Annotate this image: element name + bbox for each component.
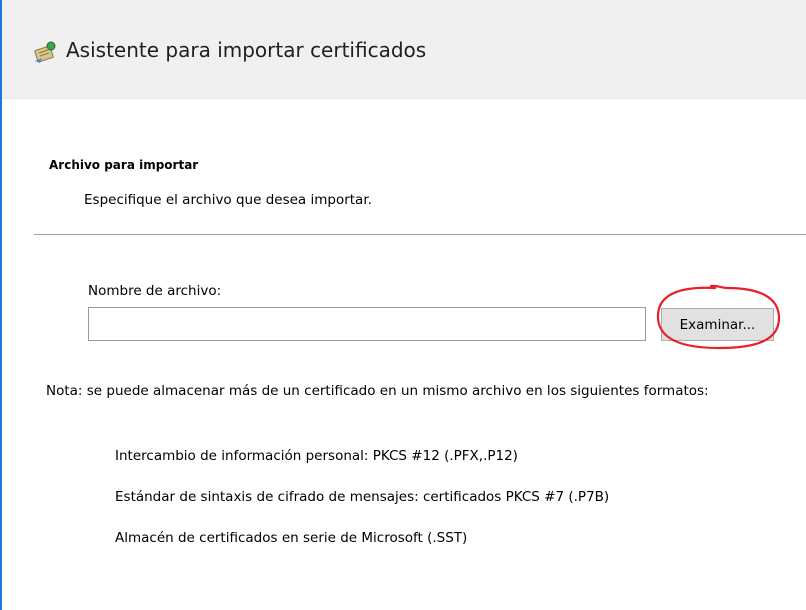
section-subtitle: Especifique el archivo que desea importa… — [84, 192, 372, 208]
note-text: Nota: se puede almacenar más de un certi… — [46, 383, 709, 399]
wizard-title: Asistente para importar certificados — [66, 38, 427, 62]
section-title: Archivo para importar — [49, 158, 199, 172]
header-divider — [34, 234, 806, 235]
certificate-import-wizard: Asistente para importar certificados Arc… — [0, 0, 806, 610]
format-item-sst: Almacén de certificados en serie de Micr… — [115, 530, 468, 546]
format-item-p7b: Estándar de sintaxis de cifrado de mensa… — [115, 489, 610, 505]
format-item-pfx: Intercambio de información personal: PKC… — [115, 448, 518, 464]
file-name-input[interactable] — [88, 307, 646, 341]
file-name-label: Nombre de archivo: — [88, 283, 222, 299]
wizard-header: Asistente para importar certificados — [2, 0, 806, 99]
certificate-wizard-icon — [32, 39, 58, 65]
browse-button[interactable]: Examinar... — [661, 308, 774, 341]
